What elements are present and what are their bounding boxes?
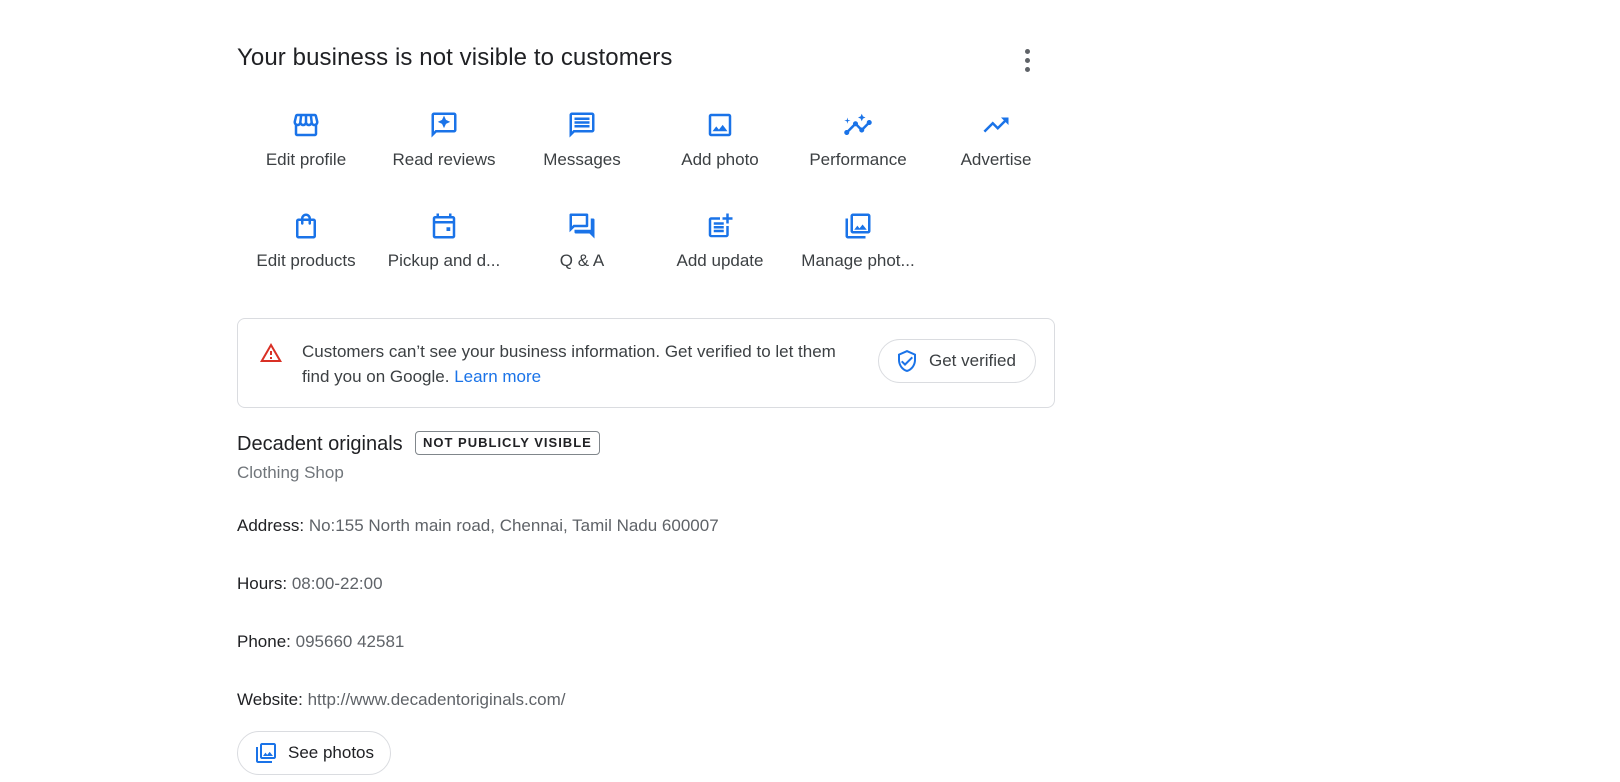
page-title: Your business is not visible to customer… bbox=[237, 44, 673, 71]
see-photos-button[interactable]: See photos bbox=[237, 731, 391, 775]
visibility-badge: NOT PUBLICLY VISIBLE bbox=[415, 431, 600, 455]
hours-value: 08:00-22:00 bbox=[291, 574, 383, 593]
photo-library-icon bbox=[256, 743, 276, 763]
hours-label: Hours: bbox=[237, 574, 288, 593]
trending-up-icon bbox=[983, 117, 1009, 133]
action-label: Advertise bbox=[960, 150, 1032, 169]
action-advertise[interactable]: Advertise bbox=[927, 110, 1065, 190]
warning-icon bbox=[260, 343, 282, 362]
address-row: Address: No:155 North main road, Chennai… bbox=[237, 516, 719, 536]
insights-icon bbox=[844, 113, 872, 135]
action-label: Add update bbox=[676, 251, 764, 270]
get-verified-button[interactable]: Get verified bbox=[878, 339, 1036, 383]
action-label: Q & A bbox=[559, 251, 605, 270]
website-row: Website: http://www.decadentoriginals.co… bbox=[237, 690, 566, 710]
action-label: Edit profile bbox=[265, 150, 347, 169]
business-name: Decadent originals bbox=[237, 433, 403, 455]
address-value: No:155 North main road, Chennai, Tamil N… bbox=[308, 516, 719, 535]
phone-label: Phone: bbox=[237, 632, 291, 651]
shopping-bag-icon bbox=[296, 213, 316, 239]
more-vert-icon bbox=[1024, 48, 1030, 54]
hours-row: Hours: 08:00-22:00 bbox=[237, 574, 383, 594]
action-q-and-a[interactable]: Q & A bbox=[513, 211, 651, 291]
action-label: Manage phot... bbox=[801, 251, 915, 270]
action-pickup-delivery[interactable]: Pickup and d... bbox=[375, 211, 513, 291]
storefront-icon bbox=[293, 113, 319, 137]
verified-shield-icon bbox=[898, 350, 916, 372]
post-add-icon bbox=[708, 213, 733, 238]
action-label: Messages bbox=[543, 150, 621, 169]
more-options-button[interactable] bbox=[1015, 46, 1039, 74]
phone-value: 095660 42581 bbox=[295, 632, 405, 651]
calendar-icon bbox=[432, 213, 456, 239]
business-profile-panel: Your business is not visible to customer… bbox=[237, 0, 1057, 782]
action-add-photo[interactable]: Add photo bbox=[651, 110, 789, 190]
action-label: Read reviews bbox=[392, 150, 496, 169]
review-star-icon bbox=[431, 112, 457, 138]
website-label: Website: bbox=[237, 690, 303, 709]
photo-library-icon bbox=[845, 213, 871, 239]
action-label: Edit products bbox=[256, 251, 356, 270]
see-photos-label: See photos bbox=[288, 743, 375, 762]
action-read-reviews[interactable]: Read reviews bbox=[375, 110, 513, 190]
action-edit-profile[interactable]: Edit profile bbox=[237, 110, 375, 190]
forum-icon bbox=[569, 213, 595, 239]
address-label: Address: bbox=[237, 516, 305, 535]
action-label: Add photo bbox=[681, 150, 759, 169]
action-label: Performance bbox=[809, 150, 907, 169]
business-category: Clothing Shop bbox=[237, 463, 344, 482]
get-verified-label: Get verified bbox=[929, 351, 1016, 370]
action-label: Pickup and d... bbox=[387, 251, 501, 270]
image-icon bbox=[708, 113, 732, 137]
action-manage-photos[interactable]: Manage phot... bbox=[789, 211, 927, 291]
learn-more-link[interactable]: Learn more bbox=[454, 367, 541, 386]
action-add-update[interactable]: Add update bbox=[651, 211, 789, 291]
message-icon bbox=[569, 112, 595, 138]
alert-message: Customers can’t see your business inform… bbox=[302, 342, 836, 386]
phone-row: Phone: 095660 42581 bbox=[237, 632, 404, 652]
verification-alert: Customers can’t see your business inform… bbox=[237, 318, 1055, 408]
website-link[interactable]: http://www.decadentoriginals.com/ bbox=[308, 690, 566, 709]
action-performance[interactable]: Performance bbox=[789, 110, 927, 190]
action-edit-products[interactable]: Edit products bbox=[237, 211, 375, 291]
action-messages[interactable]: Messages bbox=[513, 110, 651, 190]
